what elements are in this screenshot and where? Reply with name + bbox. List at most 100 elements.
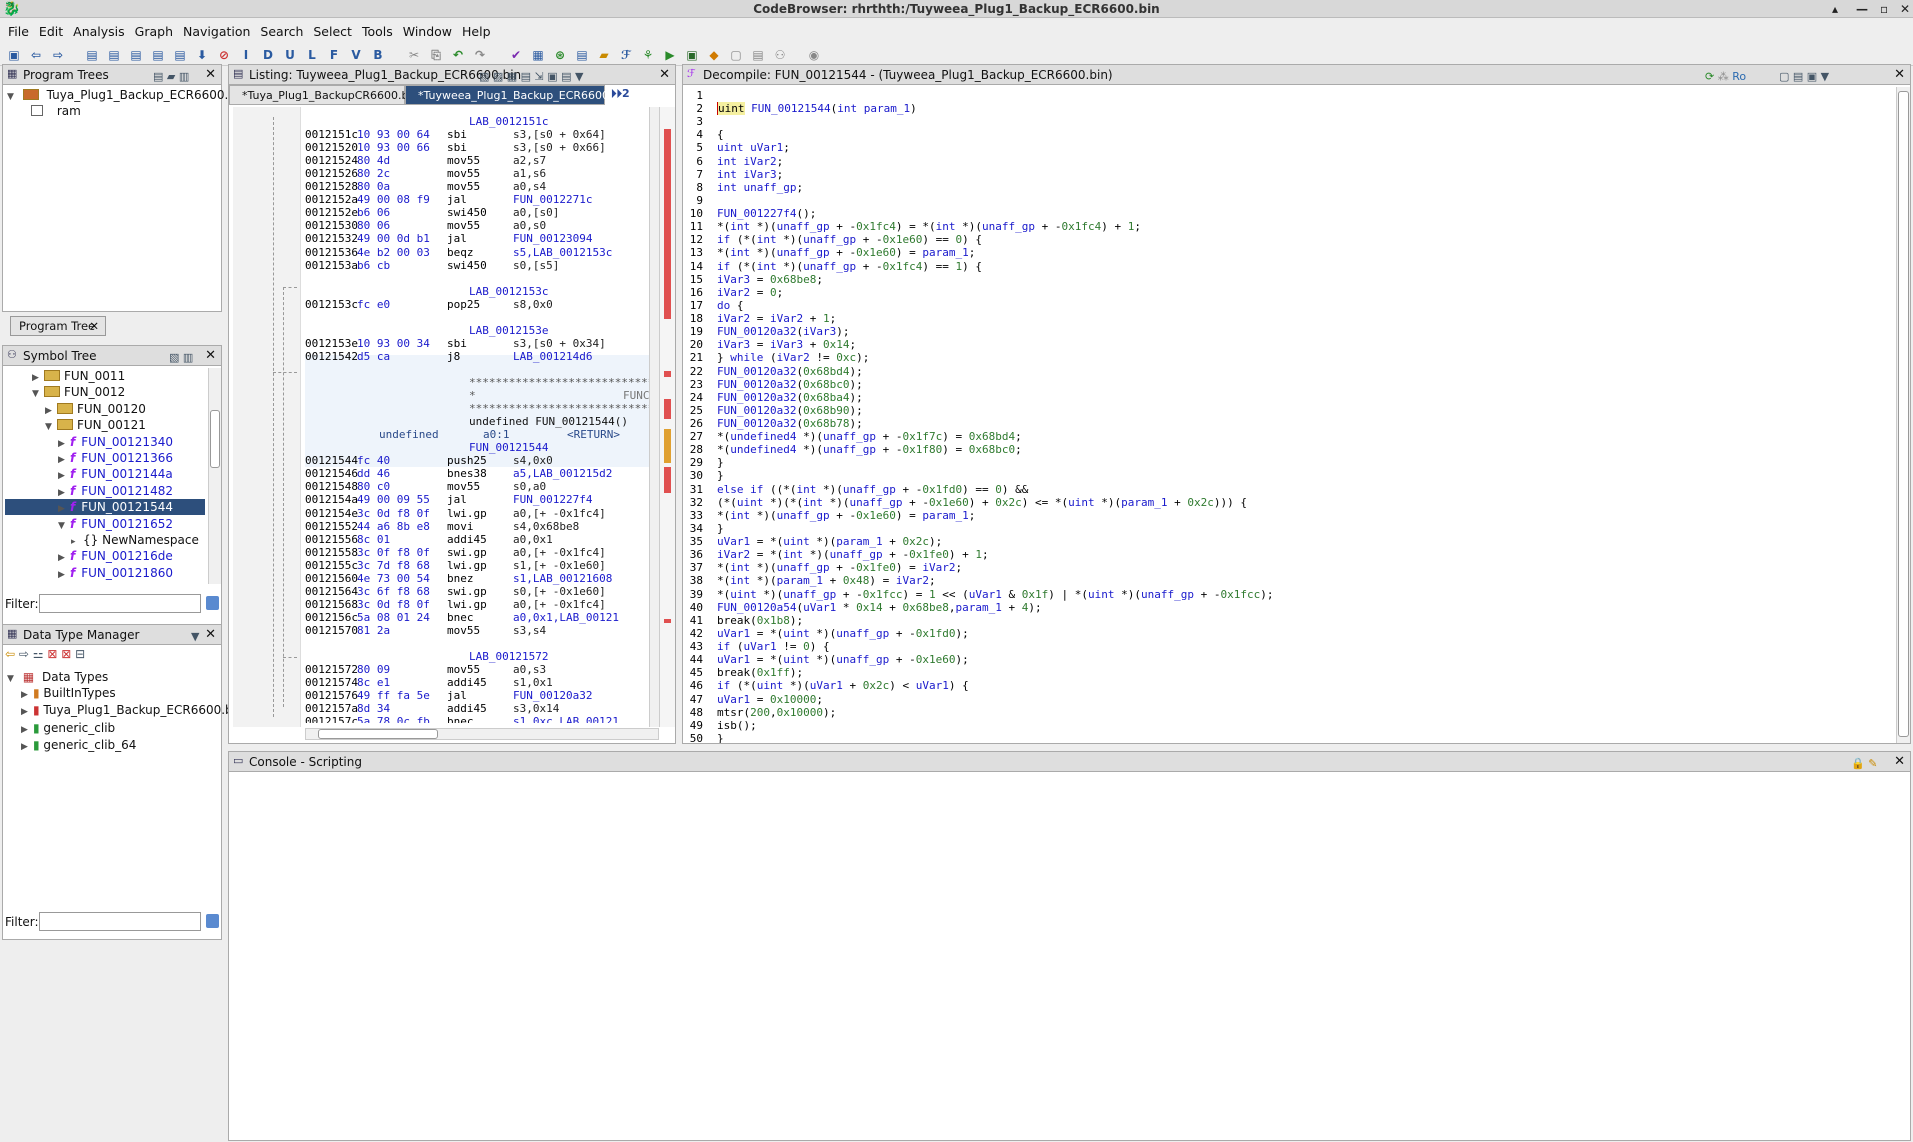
- symbol-tree-item[interactable]: ▶ f FUN_00121860: [5, 565, 205, 581]
- listing-row[interactable]: 0012151c 10 93 00 64 sbi s3,[s0 + 0x64]: [305, 128, 651, 141]
- symbol-tree-item[interactable]: ▶ f FUN_00121482: [5, 483, 205, 499]
- nav-instr-icon[interactable]: ▤: [128, 47, 144, 63]
- listing-actions-icon[interactable]: ▧ ▨ ▦ ▤ ⇲ ▣ ▤ ▼: [479, 67, 584, 87]
- snapshot-icon[interactable]: ▢: [728, 47, 744, 63]
- decompile-line[interactable]: 16 iVar2 = 0;: [687, 286, 1887, 299]
- decompile-line[interactable]: 25 FUN_00120a32(0x68b90);: [687, 404, 1887, 417]
- code-text[interactable]: int unaff_gp;: [717, 181, 803, 194]
- expand-icon[interactable]: ▶: [21, 739, 33, 755]
- decompile-close-icon[interactable]: ✕: [1894, 65, 1905, 85]
- dtm-filter-options-icon[interactable]: [206, 914, 219, 928]
- diamond-icon[interactable]: ◆: [706, 47, 722, 63]
- code-text[interactable]: if (uVar1 != 0) {: [717, 640, 830, 653]
- dtm-item[interactable]: ▶ ▮ BuiltInTypes: [21, 685, 116, 701]
- menu-select[interactable]: Select: [313, 24, 352, 39]
- close-icon[interactable]: ✕: [1900, 0, 1910, 18]
- code-text[interactable]: }: [717, 522, 724, 535]
- listing-row[interactable]: 0012154a 49 00 09 55 jal FUN_001227f4: [305, 493, 651, 506]
- decompile-line[interactable]: 29 }: [687, 456, 1887, 469]
- decompile-line[interactable]: 37 *(int *)(unaff_gp + -0x1fe0) = iVar2;: [687, 561, 1887, 574]
- dtm-collapse-icon[interactable]: ⊟: [75, 647, 85, 661]
- dtm-close-icon[interactable]: ✕: [205, 625, 216, 645]
- redo-icon[interactable]: ↷: [472, 47, 488, 63]
- decompile-line[interactable]: 45 break(0x1ff);: [687, 666, 1887, 679]
- listing-row[interactable]: 00121560 4e 73 00 54 bnez s1,LAB_00121608: [305, 572, 651, 585]
- symbol-tree-item[interactable]: ▼ FUN_0012: [5, 384, 205, 400]
- dtm-filter-input[interactable]: [39, 912, 201, 931]
- decompile-line[interactable]: 49 isb();: [687, 719, 1887, 732]
- debug-icon[interactable]: ▣: [684, 47, 700, 63]
- decompile-line[interactable]: 24 FUN_00120a32(0x68ba4);: [687, 391, 1887, 404]
- listing-row[interactable]: undefined a0:1 <RETURN>: [305, 428, 651, 441]
- menu-help[interactable]: Help: [462, 24, 491, 39]
- nav-undef-icon[interactable]: ▤: [150, 47, 166, 63]
- nav-prev-icon[interactable]: ▤: [84, 47, 100, 63]
- help-icon[interactable]: ◉: [806, 47, 822, 63]
- listing-vscroll[interactable]: [649, 107, 659, 727]
- listing-marker-bar[interactable]: [659, 107, 675, 727]
- menu-search[interactable]: Search: [260, 24, 303, 39]
- decompile-line[interactable]: 17 do {: [687, 299, 1887, 312]
- code-label[interactable]: LAB_0012153e: [469, 324, 548, 337]
- listing-row[interactable]: 00121574 8c e1 addi45 s1,0x1: [305, 676, 651, 689]
- menu-tools[interactable]: Tools: [362, 24, 393, 39]
- listing-row[interactable]: 00121544 fc 40 push25 s4,0x0: [305, 454, 651, 467]
- code-text[interactable]: }: [717, 456, 724, 469]
- decompile-line[interactable]: 27 *(undefined4 *)(unaff_gp + -0x1f7c) =…: [687, 430, 1887, 443]
- decompile-line[interactable]: 35 uVar1 = *(uint *)(param_1 + 0x2c);: [687, 535, 1887, 548]
- cut-icon[interactable]: ✂: [406, 47, 422, 63]
- decompile-line[interactable]: 33 *(int *)(unaff_gp + -0x1e60) = param_…: [687, 509, 1887, 522]
- listing-row[interactable]: LAB_0012151c: [305, 115, 651, 128]
- decompile-line[interactable]: 46 if (*(uint *)(uVar1 + 0x2c) < uVar1) …: [687, 679, 1887, 692]
- code-text[interactable]: FUN_00120a54(uVar1 * 0x14 + 0x68be8,para…: [717, 601, 1042, 614]
- code-text[interactable]: iVar2 = *(int *)(unaff_gp + -0x1fe0) + 1…: [717, 548, 989, 561]
- compare-icon[interactable]: ▤: [750, 47, 766, 63]
- decompile-line[interactable]: 50 }: [687, 732, 1887, 743]
- operand[interactable]: FUN_001227f4: [513, 493, 592, 506]
- code-text[interactable]: int iVar2;: [717, 155, 783, 168]
- decompile-line[interactable]: 44 uVar1 = *(uint *)(unaff_gp + -0x1e60)…: [687, 653, 1887, 666]
- decompile-line[interactable]: 12 if (*(int *)(unaff_gp + -0x1e60) == 0…: [687, 233, 1887, 246]
- symbol-tree-scroll-thumb[interactable]: [210, 410, 220, 468]
- decompile-line[interactable]: 19 FUN_00120a32(iVar3);: [687, 325, 1887, 338]
- maximize-icon[interactable]: ▫: [1880, 0, 1888, 18]
- code-text[interactable]: uint uVar1;: [717, 141, 790, 154]
- decompile-line[interactable]: 11 *(int *)(unaff_gp + -0x1fc4) = *(int …: [687, 220, 1887, 233]
- listing-row[interactable]: 00121576 49 ff fa 5e jal FUN_00120a32: [305, 689, 651, 702]
- code-text[interactable]: uVar1 = *(uint *)(unaff_gp + -0x1e60);: [717, 653, 969, 666]
- code-text[interactable]: FUN_001227f4();: [717, 207, 816, 220]
- decompile-line[interactable]: 26 FUN_00120a32(0x68b78);: [687, 417, 1887, 430]
- dtm-item[interactable]: ▶ ▮ generic_clib_64: [21, 737, 136, 753]
- bookmark-b-icon[interactable]: B: [370, 47, 386, 63]
- decompile-line[interactable]: 6 int iVar2;: [687, 155, 1887, 168]
- operand[interactable]: FUN_00123094: [513, 232, 592, 245]
- dtm-menu-icon[interactable]: ▼: [191, 627, 199, 647]
- dtm-item[interactable]: ▶ ▮ generic_clib: [21, 720, 115, 736]
- decompile-line[interactable]: 48 mtsr(200,0x10000);: [687, 706, 1887, 719]
- decompile-line[interactable]: 4{: [687, 128, 1887, 141]
- symbol-tree-item[interactable]: ▼ FUN_00121: [5, 417, 205, 433]
- listing-row[interactable]: 0012155c 3c 7d f8 68 lwi.gp s1,[+ -0x1e60]: [305, 559, 651, 572]
- run-icon[interactable]: ▶: [662, 47, 678, 63]
- decompile-line[interactable]: 32 (*(uint *)(*(int *)(unaff_gp + -0x1e6…: [687, 496, 1887, 509]
- code-label[interactable]: LAB_0012151c: [469, 115, 548, 128]
- symbol-tree-item[interactable]: ▶ FUN_00120: [5, 401, 205, 417]
- decompile-line[interactable]: 1: [687, 89, 1887, 102]
- listing-row[interactable]: 00121548 80 c0 mov55 s0,a0: [305, 480, 651, 493]
- bookmark-l-icon[interactable]: L: [304, 47, 320, 63]
- code-text[interactable]: uVar1 = 0x10000;: [717, 693, 823, 706]
- decompile-line[interactable]: 40 FUN_00120a54(uVar1 * 0x14 + 0x68be8,p…: [687, 601, 1887, 614]
- tab-program-tree[interactable]: Program Tree ✕: [10, 316, 106, 336]
- bytes-icon[interactable]: ▦: [530, 47, 546, 63]
- listing-row[interactable]: 0012153e 10 93 00 34 sbi s3,[s0 + 0x34]: [305, 337, 651, 350]
- decompile-line[interactable]: 42 uVar1 = *(uint *)(unaff_gp + -0x1fd0)…: [687, 627, 1887, 640]
- menu-analysis[interactable]: Analysis: [73, 24, 125, 39]
- decompile-line[interactable]: 20 iVar3 = iVar3 + 0x14;: [687, 338, 1887, 351]
- expand-icon[interactable]: ▶: [21, 722, 33, 738]
- listing-close-icon[interactable]: ✕: [659, 65, 670, 85]
- listing-row[interactable]: 0012154e 3c 0d f8 0f lwi.gp a0,[+ -0x1fc4]: [305, 507, 651, 520]
- symbol-tree-close-icon[interactable]: ✕: [205, 346, 216, 366]
- listing-tab-2[interactable]: *Tuyweea_Plug1_Backup_ECR6600.bin ✕: [405, 85, 630, 122]
- decompile-line[interactable]: 31 else if ((*(int *)(unaff_gp + -0x1fd0…: [687, 483, 1887, 496]
- symbol-tree-item[interactable]: ▼ f FUN_00121652: [5, 516, 205, 532]
